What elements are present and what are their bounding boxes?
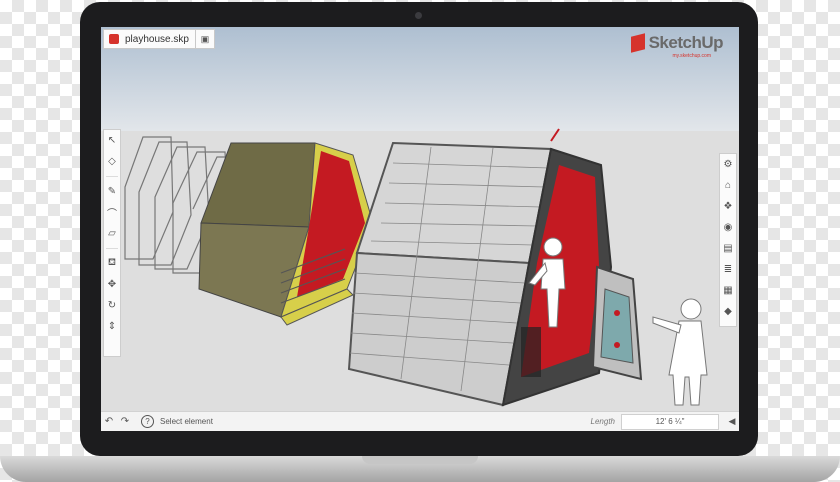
- middle-playhouse: [198, 142, 374, 326]
- sketchup-mark-icon: [630, 33, 645, 53]
- sketchup-logo-icon: [109, 34, 119, 44]
- document-filename: playhouse.skp: [125, 33, 189, 45]
- document-tab[interactable]: playhouse.skp ▣: [103, 29, 215, 49]
- save-icon[interactable]: ▣: [195, 30, 214, 48]
- instructor-icon[interactable]: ⌂: [720, 175, 736, 196]
- materials-icon[interactable]: ◉: [720, 217, 736, 238]
- components-icon[interactable]: ❖: [720, 196, 736, 217]
- status-message: Select element: [160, 417, 213, 426]
- camera-icon: [415, 12, 422, 19]
- laptop-notch: [362, 456, 478, 464]
- right-toolbar: ⚙ ⌂ ❖ ◉ ▤ ≣ ▦ ◆: [719, 153, 737, 327]
- status-bar: ↶ ↷ ? Select element Length 12' 6 ¼" ◀: [101, 411, 739, 431]
- eraser-icon[interactable]: ◇: [104, 151, 120, 172]
- layers-icon[interactable]: ≣: [720, 259, 736, 280]
- select-icon[interactable]: ↖: [104, 130, 120, 151]
- rotate-icon[interactable]: ↻: [104, 295, 120, 316]
- rectangle-icon[interactable]: ▱: [104, 223, 120, 244]
- push-pull-icon[interactable]: ⇕: [104, 316, 120, 337]
- arc-icon[interactable]: ⌒: [104, 202, 120, 223]
- length-label: Length: [590, 417, 615, 426]
- soften-edges-icon[interactable]: ◆: [720, 301, 736, 322]
- app-screen: playhouse.skp ▣ SketchUp my.sketchup.com…: [101, 27, 739, 431]
- brand-subtitle: my.sketchup.com: [672, 53, 711, 59]
- laptop-base: [0, 456, 840, 482]
- brand-name: SketchUp: [648, 33, 724, 52]
- pencil-icon[interactable]: ✎: [104, 181, 120, 202]
- redo-icon[interactable]: ↷: [117, 416, 133, 427]
- paint-bucket-icon[interactable]: ⛾: [104, 253, 120, 274]
- child-silhouette-right: [652, 298, 708, 406]
- undo-icon[interactable]: ↶: [101, 416, 117, 427]
- sketchup-brand: SketchUp my.sketchup.com: [630, 33, 724, 59]
- left-toolbar: ↖ ◇ ✎ ⌒ ▱ ⛾ ✥ ↻ ⇕: [103, 129, 121, 357]
- help-icon[interactable]: ?: [141, 415, 154, 428]
- styles-icon[interactable]: ▤: [720, 238, 736, 259]
- settings-icon[interactable]: ⚙: [720, 154, 736, 175]
- move-icon[interactable]: ✥: [104, 274, 120, 295]
- length-input[interactable]: 12' 6 ¼": [621, 413, 719, 430]
- front-playhouse: [347, 128, 643, 407]
- scenes-icon[interactable]: ▦: [720, 280, 736, 301]
- megaphone-icon[interactable]: ◀: [725, 416, 739, 427]
- model-viewport[interactable]: [101, 27, 739, 411]
